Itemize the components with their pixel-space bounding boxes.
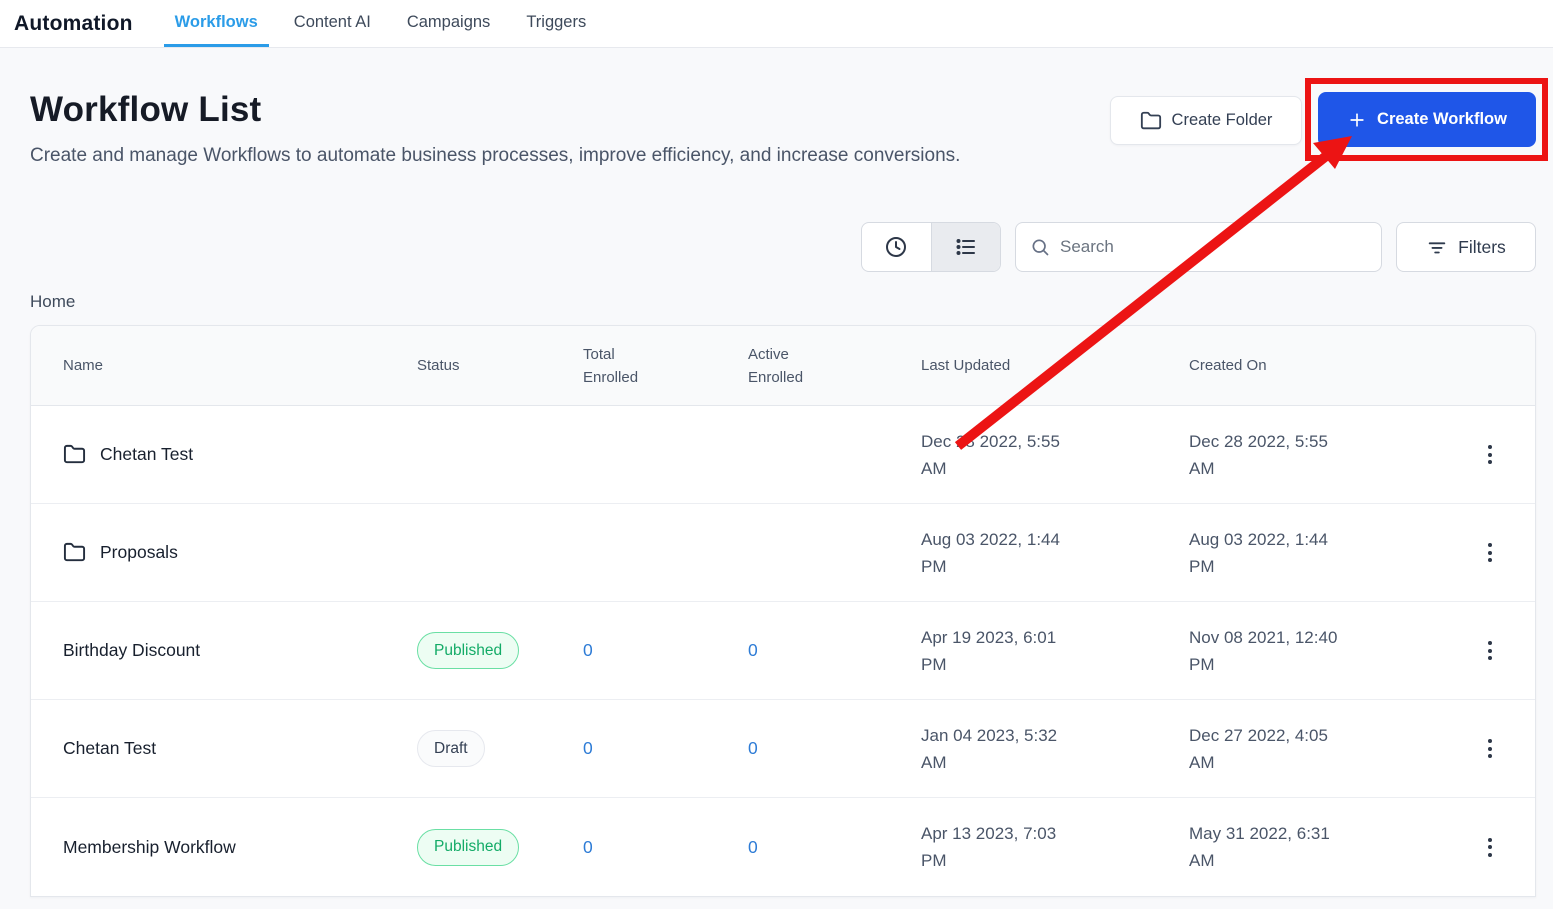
table-row[interactable]: Birthday Discount Published 0 0 Apr 19 2… [31, 602, 1535, 700]
total-enrolled-link[interactable]: 0 [583, 837, 593, 857]
workflow-table: Name Status Total Enrolled Active Enroll… [30, 325, 1536, 897]
tab-triggers-label: Triggers [526, 13, 586, 32]
table-row[interactable]: Chetan Test Draft 0 0 Jan 04 2023, 5:32 … [31, 700, 1535, 798]
active-enrolled-link[interactable]: 0 [748, 837, 758, 857]
view-toggle [861, 222, 1001, 272]
status-badge: Published [417, 632, 519, 669]
tab-workflows-label: Workflows [175, 13, 258, 32]
active-enrolled-link[interactable]: 0 [748, 738, 758, 758]
row-menu-button[interactable] [1479, 437, 1501, 472]
clock-icon [884, 235, 908, 259]
table-row[interactable]: Membership Workflow Published 0 0 Apr 13… [31, 798, 1535, 896]
row-name[interactable]: Chetan Test [63, 738, 156, 759]
tab-workflows[interactable]: Workflows [164, 0, 269, 47]
total-enrolled-link[interactable]: 0 [583, 640, 593, 660]
create-folder-label: Create Folder [1172, 111, 1273, 130]
column-header-total-enrolled: Total Enrolled [583, 343, 663, 389]
filters-button[interactable]: Filters [1396, 222, 1536, 272]
list-icon [954, 235, 978, 259]
created-on-value: May 31 2022, 6:31 AM [1189, 820, 1351, 874]
search-icon [1030, 237, 1050, 257]
tab-content-ai[interactable]: Content AI [283, 0, 382, 47]
column-header-name: Name [63, 354, 417, 377]
create-workflow-label: Create Workflow [1377, 110, 1507, 129]
active-enrolled-link[interactable]: 0 [748, 640, 758, 660]
search-box [1015, 222, 1382, 272]
breadcrumb[interactable]: Home [30, 292, 1536, 312]
folder-icon [63, 443, 86, 466]
row-name[interactable]: Proposals [100, 542, 178, 563]
row-name[interactable]: Birthday Discount [63, 640, 200, 661]
row-name[interactable]: Chetan Test [100, 444, 193, 465]
search-input[interactable] [1060, 237, 1367, 257]
create-folder-button[interactable]: Create Folder [1110, 96, 1302, 145]
tab-triggers[interactable]: Triggers [515, 0, 597, 47]
header-actions: Create Folder Create Workflow [1110, 92, 1536, 147]
created-on-value: Nov 08 2021, 12:40 PM [1189, 624, 1351, 678]
last-updated-value: Jan 04 2023, 5:32 AM [921, 722, 1083, 776]
top-navigation-bar: Automation Workflows Content AI Campaign… [0, 0, 1553, 48]
table-row[interactable]: Proposals Aug 03 2022, 1:44 PM Aug 03 20… [31, 504, 1535, 602]
tab-campaigns-label: Campaigns [407, 13, 490, 32]
last-updated-value: Aug 03 2022, 1:44 PM [921, 526, 1083, 580]
table-toolbar: Filters [30, 222, 1536, 272]
folder-icon [63, 541, 86, 564]
column-header-status: Status [417, 354, 583, 377]
row-menu-button[interactable] [1479, 830, 1501, 865]
page-header: Workflow List Create and manage Workflow… [30, 48, 1536, 172]
row-name[interactable]: Membership Workflow [63, 837, 236, 858]
last-updated-value: Apr 19 2023, 6:01 PM [921, 624, 1083, 678]
filter-icon [1426, 236, 1448, 258]
history-view-button[interactable] [862, 223, 931, 271]
column-header-created-on: Created On [1189, 354, 1479, 377]
column-header-active-enrolled: Active Enrolled [748, 343, 828, 389]
total-enrolled-link[interactable]: 0 [583, 738, 593, 758]
nav-tabs: Workflows Content AI Campaigns Triggers [164, 0, 612, 47]
table-row[interactable]: Chetan Test Dec 28 2022, 5:55 AM Dec 28 … [31, 406, 1535, 504]
list-view-button[interactable] [931, 223, 1001, 271]
status-badge: Published [417, 829, 519, 866]
create-workflow-button[interactable]: Create Workflow [1318, 92, 1536, 147]
tab-content-ai-label: Content AI [294, 13, 371, 32]
last-updated-value: Dec 28 2022, 5:55 AM [921, 428, 1083, 482]
main-content: Workflow List Create and manage Workflow… [0, 48, 1553, 909]
app-title: Automation [0, 12, 133, 36]
column-header-last-updated: Last Updated [921, 354, 1189, 377]
row-menu-button[interactable] [1479, 535, 1501, 570]
row-menu-button[interactable] [1479, 633, 1501, 668]
created-on-value: Dec 28 2022, 5:55 AM [1189, 428, 1351, 482]
row-menu-button[interactable] [1479, 731, 1501, 766]
created-on-value: Dec 27 2022, 4:05 AM [1189, 722, 1351, 776]
filters-label: Filters [1458, 237, 1506, 258]
plus-icon [1347, 110, 1367, 130]
page-description: Create and manage Workflows to automate … [30, 139, 1030, 172]
status-badge: Draft [417, 730, 485, 767]
last-updated-value: Apr 13 2023, 7:03 PM [921, 820, 1083, 874]
table-header-row: Name Status Total Enrolled Active Enroll… [31, 326, 1535, 406]
created-on-value: Aug 03 2022, 1:44 PM [1189, 526, 1351, 580]
tab-campaigns[interactable]: Campaigns [396, 0, 501, 47]
folder-icon [1140, 110, 1162, 132]
